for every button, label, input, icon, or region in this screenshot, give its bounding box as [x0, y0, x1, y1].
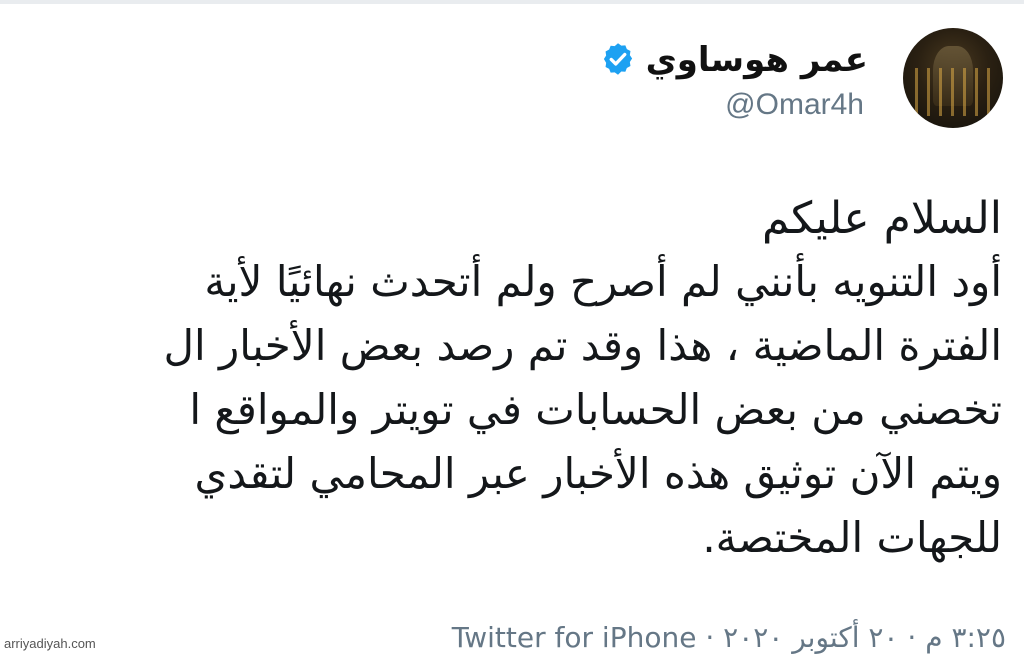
- tweet-line: الفترة الماضية ، هذا وقد تم رصد بعض الأخ…: [163, 321, 1002, 370]
- tweet-date[interactable]: ٢٠ أكتوبر ٢٠٢٠: [723, 621, 898, 654]
- tweet-card: عمر هوساوي @Omar4h السلام عليكم أود التن…: [0, 0, 1024, 656]
- tweet-line: تخصني من بعض الحسابات في تويتر والمواقع …: [189, 385, 1002, 434]
- tweet-meta: ٣:٢٥ م · ٢٠ أكتوبر ٢٠٢٠ · Twitter for iP…: [452, 620, 1006, 656]
- avatar-background: [915, 68, 991, 116]
- meta-separator: ·: [907, 621, 917, 654]
- tweet-time[interactable]: ٣:٢٥ م: [925, 621, 1006, 654]
- watermark: arriyadiyah.com: [4, 636, 96, 651]
- meta-separator: ·: [705, 621, 715, 654]
- tweet-line: السلام عليكم: [761, 193, 1002, 244]
- tweet-line: للجهات المختصة.: [702, 513, 1002, 562]
- divider: [0, 0, 1024, 4]
- tweet-line: أود التنويه بأنني لم أصرح ولم أتحدث نهائ…: [204, 257, 1002, 306]
- avatar[interactable]: [903, 28, 1003, 128]
- author-display-name[interactable]: عمر هوساوي: [646, 40, 868, 80]
- tweet-text: السلام عليكم أود التنويه بأنني لم أصرح و…: [0, 188, 1002, 570]
- tweet-line: ويتم الآن توثيق هذه الأخبار عبر المحامي …: [194, 449, 1002, 498]
- verified-badge-icon: [603, 43, 633, 75]
- tweet-source[interactable]: Twitter for iPhone: [452, 621, 697, 654]
- author-handle[interactable]: @Omar4h: [725, 88, 864, 122]
